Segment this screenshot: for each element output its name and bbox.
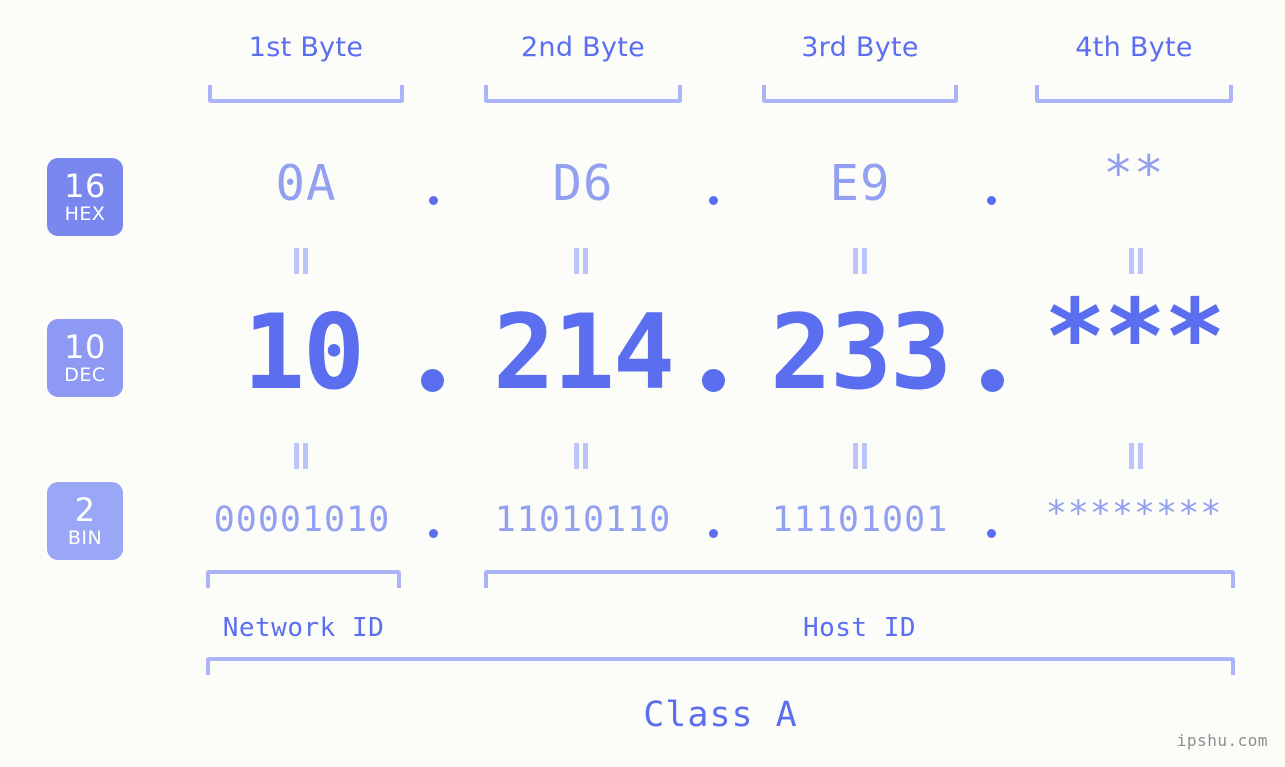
- bin-byte-2: 11010110: [494, 500, 672, 540]
- equals-mark-dec-bin-1: [292, 443, 310, 469]
- dec-separator-dot-3: [981, 369, 1004, 392]
- base-badge-bin[interactable]: 2 BIN: [47, 482, 123, 560]
- hex-byte-2: D6: [552, 155, 614, 212]
- dec-separator-dot-1: [421, 369, 444, 392]
- hex-byte-3: E9: [829, 155, 891, 212]
- hex-separator-dot-3: [987, 196, 996, 205]
- dec-byte-2: 214: [492, 293, 675, 413]
- dec-byte-4: ***: [1043, 278, 1226, 398]
- hex-separator-dot-1: [429, 196, 438, 205]
- host-id-bracket: [484, 570, 1235, 588]
- bin-separator-dot-1: [429, 529, 438, 538]
- class-label: Class A: [643, 695, 798, 735]
- byte-bracket-1: [208, 85, 404, 103]
- equals-mark-hex-dec-2: [572, 248, 590, 274]
- byte-bracket-2: [484, 85, 682, 103]
- equals-mark-dec-bin-4: [1127, 443, 1145, 469]
- base-badge-hex-number: 16: [64, 167, 106, 205]
- bin-separator-dot-3: [987, 529, 996, 538]
- base-badge-hex[interactable]: 16 HEX: [47, 158, 123, 236]
- base-badge-dec-number: 10: [64, 328, 106, 366]
- site-watermark: ipshu.com: [1176, 731, 1268, 750]
- ip-address-breakdown-diagram: 1st Byte 2nd Byte 3rd Byte 4th Byte 16 H…: [0, 0, 1285, 767]
- hex-separator-dot-2: [709, 196, 718, 205]
- host-id-label: Host ID: [802, 613, 917, 643]
- equals-mark-dec-bin-3: [851, 443, 869, 469]
- equals-mark-hex-dec-1: [292, 248, 310, 274]
- byte-bracket-4: [1035, 85, 1233, 103]
- bin-byte-1: 00001010: [213, 500, 391, 540]
- hex-byte-4: **: [1103, 145, 1165, 202]
- byte-header-4: 4th Byte: [1075, 32, 1193, 63]
- bin-separator-dot-2: [709, 529, 718, 538]
- bin-byte-3: 11101001: [771, 500, 949, 540]
- equals-mark-hex-dec-4: [1127, 248, 1145, 274]
- dec-separator-dot-2: [702, 369, 725, 392]
- byte-header-1: 1st Byte: [248, 32, 364, 63]
- base-badge-bin-label: BIN: [67, 527, 103, 549]
- dec-byte-1: 10: [242, 293, 365, 413]
- byte-header-3: 3rd Byte: [801, 32, 919, 63]
- base-badge-hex-label: HEX: [64, 203, 106, 225]
- base-badge-bin-number: 2: [74, 491, 96, 529]
- base-badge-dec-label: DEC: [64, 364, 106, 386]
- equals-mark-dec-bin-2: [572, 443, 590, 469]
- equals-mark-hex-dec-3: [851, 248, 869, 274]
- hex-byte-1: 0A: [275, 155, 337, 212]
- dec-byte-3: 233: [769, 293, 952, 413]
- byte-bracket-3: [762, 85, 958, 103]
- base-badge-dec[interactable]: 10 DEC: [47, 319, 123, 397]
- byte-header-2: 2nd Byte: [520, 32, 646, 63]
- bin-byte-4: ********: [1045, 494, 1223, 534]
- class-bracket: [206, 657, 1235, 675]
- network-id-label: Network ID: [222, 613, 385, 643]
- network-id-bracket: [206, 570, 401, 588]
